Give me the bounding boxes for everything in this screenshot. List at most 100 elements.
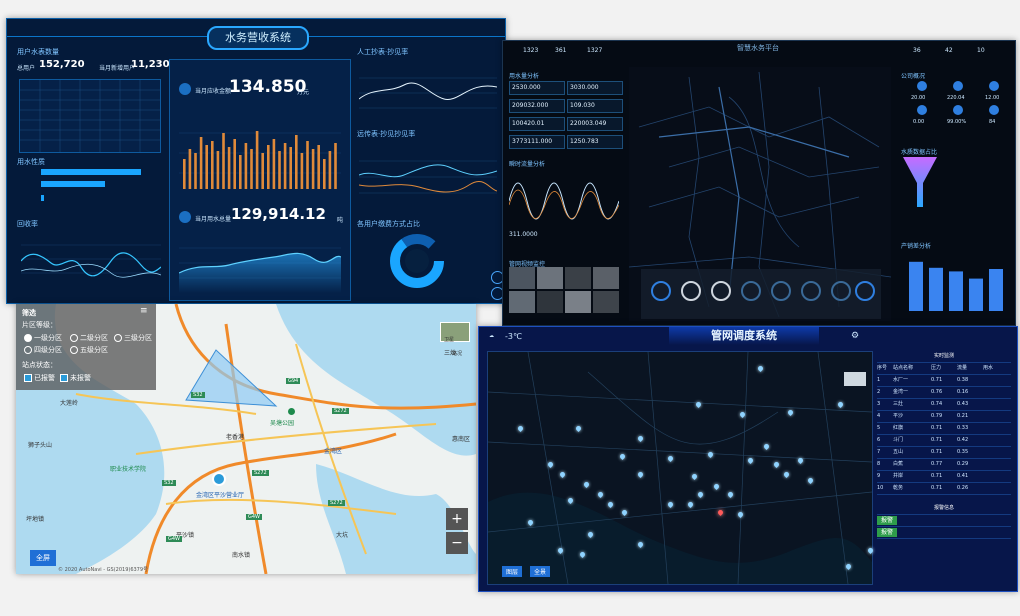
highway-badge: S272 <box>252 470 269 476</box>
video-thumb-3[interactable] <box>565 267 591 289</box>
video-thumb-5[interactable] <box>509 291 535 313</box>
table-row[interactable]: 3 三灶 0.74 0.43 <box>877 399 1011 411</box>
region-option-2[interactable]: 二级分区 <box>80 333 108 343</box>
monitor-table: 实时监测 序号 站点名称 压力 流量 用水 1 水厂一 0.71 0.38 2 金湾一 0.76 0.… <box>877 351 1011 539</box>
kpi-6: 84 <box>989 119 996 125</box>
table-row[interactable]: 4 平沙 0.79 0.21 <box>877 411 1011 423</box>
alarm-item[interactable]: 报警 <box>877 527 1011 539</box>
company-title: 公司概况 <box>901 73 926 80</box>
stat-7: 3773111.000 <box>509 135 565 149</box>
pressure-mode-button[interactable] <box>711 281 731 301</box>
map-thumbnail[interactable] <box>844 372 866 386</box>
table-header: 序号 <box>877 365 888 371</box>
revenue-bar <box>261 153 264 189</box>
region-radio-3[interactable] <box>114 334 122 342</box>
revenue-bar <box>300 153 304 189</box>
alarm-option[interactable]: 已报警 <box>34 373 55 383</box>
video-thumb-4[interactable] <box>593 267 619 289</box>
kpi-icon-1 <box>917 81 927 91</box>
table-row[interactable]: 9 井岸 0.71 0.41 <box>877 471 1011 483</box>
table-cell: 白蕉 <box>893 461 904 467</box>
video-thumb-8[interactable] <box>593 291 619 313</box>
mode-button-6[interactable] <box>801 281 821 301</box>
alarm-checkbox[interactable] <box>24 374 32 382</box>
table-cell: 0.71 <box>931 437 943 443</box>
supply-title: 水质数据占比 <box>901 149 938 156</box>
traffic-label[interactable]: 路况 <box>452 350 462 357</box>
no-alarm-option[interactable]: 未报警 <box>70 373 91 383</box>
gear-icon[interactable]: ⚙ <box>851 331 859 341</box>
mode-button-4[interactable] <box>741 281 761 301</box>
table-cell: 0.71 <box>931 485 943 491</box>
pipe-dispatch-dashboard: 管网调度系统 ☁ -3℃ ⚙ 图层 全景 实时监测 序号 站点名称 压力 流量 用水 1… <box>478 326 1018 592</box>
region-option-4[interactable]: 四级分区 <box>34 345 62 355</box>
table-row[interactable]: 6 斗门 0.71 0.42 <box>877 435 1011 447</box>
video-thumb-6[interactable] <box>537 291 563 313</box>
video-thumb-2[interactable] <box>537 267 563 289</box>
nature-bar-3 <box>41 195 44 201</box>
revenue-bar <box>239 155 242 189</box>
stat-5: 100420.01 <box>509 117 565 131</box>
revenue-bar <box>295 135 298 189</box>
table-row[interactable]: 10 乾务 0.71 0.26 <box>877 483 1011 495</box>
table-row[interactable]: 7 五山 0.71 0.35 <box>877 447 1011 459</box>
region-radio-5[interactable] <box>70 346 78 354</box>
place-label: 南水镇 <box>232 552 251 559</box>
top-right-num-2: 42 <box>945 47 953 54</box>
kpi-2: 220.04 <box>947 95 965 101</box>
region-option-5[interactable]: 五级分区 <box>80 345 108 355</box>
new-users-value: 11,230 <box>131 59 170 70</box>
stat-4: 109.030 <box>567 99 623 113</box>
table-cell: 0.43 <box>957 401 969 407</box>
revenue-value: 134.850 <box>229 77 307 97</box>
region-radio-4[interactable] <box>24 346 32 354</box>
zoom-out-button[interactable]: − <box>446 532 468 554</box>
meter-table-grid <box>20 80 160 152</box>
new-users-label: 当月新增用户 <box>99 65 136 72</box>
table-header-row: 序号 站点名称 压力 流量 用水 <box>877 363 1011 375</box>
table-cell: 0.71 <box>931 425 943 431</box>
stat-6: 220003.049 <box>567 117 623 131</box>
region-option-3[interactable]: 三级分区 <box>124 333 152 343</box>
network-mode-button[interactable] <box>855 281 875 301</box>
revenue-unit: 万元 <box>297 89 310 96</box>
kpi-4: 0.00 <box>913 119 925 125</box>
table-row[interactable]: 8 白蕉 0.77 0.29 <box>877 459 1011 471</box>
layer-button[interactable]: 图层 <box>502 566 523 577</box>
nature-bar-1 <box>41 169 141 175</box>
table-cell: 斗门 <box>893 437 904 443</box>
place-label: 惠南区 <box>452 436 471 443</box>
table-row[interactable]: 2 金湾一 0.76 0.16 <box>877 387 1011 399</box>
video-thumb-7[interactable] <box>565 291 591 313</box>
menu-icon[interactable]: ≡ <box>140 306 148 316</box>
highway-badge: S272 <box>332 408 349 414</box>
region-radio-1[interactable] <box>24 334 32 342</box>
quality-mode-button[interactable] <box>831 281 851 301</box>
table-cell: 4 <box>877 413 881 419</box>
table-rows: 1 水厂一 0.71 0.38 2 金湾一 0.76 0.16 3 三灶 0.74 0.43 4 平沙 0.… <box>877 375 1011 495</box>
filter-panel: 筛选 ≡ 片区等级： 一级分区 二级分区 三级分区 四级分区 五级分区 站点状态… <box>16 304 156 390</box>
video-thumb-1[interactable] <box>509 267 535 289</box>
flow-mode-button[interactable] <box>681 281 701 301</box>
recovery-rate-title: 回收率 <box>17 220 38 228</box>
fullscreen-button[interactable]: 全屏 <box>30 550 56 566</box>
users-section-title: 用户水表数量 <box>17 48 59 56</box>
revenue-bar <box>183 159 186 189</box>
table-row[interactable]: 1 水厂一 0.71 0.38 <box>877 375 1011 387</box>
station-marker[interactable] <box>212 472 226 486</box>
alarm-mode-button[interactable] <box>651 281 671 301</box>
no-alarm-checkbox[interactable] <box>60 374 68 382</box>
park-marker[interactable] <box>288 408 295 415</box>
mode-button-5[interactable] <box>771 281 791 301</box>
alarm-item[interactable]: 报警 <box>877 515 1011 527</box>
zoom-in-button[interactable]: + <box>446 508 468 530</box>
recovery-rate-chart <box>21 244 161 278</box>
panorama-button[interactable]: 全景 <box>530 566 551 577</box>
region-radio-2[interactable] <box>70 334 78 342</box>
revenue-bar <box>222 133 225 189</box>
table-header: 站点名称 <box>893 365 914 371</box>
region-option-1[interactable]: 一级分区 <box>34 333 62 343</box>
satellite-label[interactable]: 卫星 <box>444 336 454 343</box>
water-area-chart <box>179 247 341 293</box>
table-row[interactable]: 5 红旗 0.71 0.33 <box>877 423 1011 435</box>
